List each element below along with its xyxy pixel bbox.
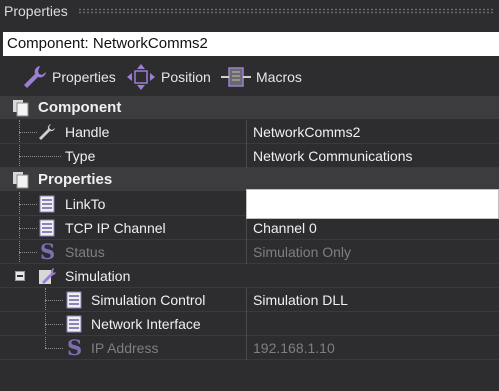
property-row-simulation-control[interactable]: Simulation Control Simulation DLL: [0, 288, 499, 312]
property-value[interactable]: Simulation DLL: [253, 288, 348, 312]
property-value[interactable]: Channel 0: [253, 216, 317, 240]
property-name: LinkTo: [65, 196, 106, 212]
simulation-icon: [39, 268, 56, 284]
move-icon: [127, 64, 155, 90]
property-name: Type: [65, 148, 96, 164]
property-name: Handle: [65, 124, 110, 140]
category-properties-label: Properties: [38, 171, 113, 188]
property-row-handle[interactable]: Handle NetworkComms2: [0, 120, 499, 144]
collapse-toggle[interactable]: [15, 271, 25, 281]
macro-icon: [221, 67, 251, 87]
property-row-tcp-channel[interactable]: TCP IP Channel Channel 0: [0, 216, 499, 240]
column-divider: [246, 144, 247, 168]
script-s-icon: S: [67, 335, 83, 360]
tab-properties[interactable]: Properties: [20, 62, 116, 92]
property-name: TCP IP Channel: [65, 220, 166, 236]
tab-macros[interactable]: Macros: [220, 62, 302, 92]
panel-title-bar: Properties: [0, 0, 499, 24]
property-name: Simulation: [65, 268, 131, 284]
pages-icon: [13, 100, 29, 117]
linkto-input[interactable]: [246, 189, 499, 219]
component-selector-text: Component: NetworkComms2: [7, 35, 208, 52]
tab-position-label: Position: [161, 69, 211, 85]
column-divider: [246, 336, 247, 360]
column-divider: [246, 120, 247, 144]
category-component[interactable]: Component: [0, 96, 499, 120]
wrench-icon: [24, 66, 46, 88]
property-name: Simulation Control: [91, 292, 206, 308]
column-divider: [246, 240, 247, 264]
property-name: Network Interface: [91, 316, 201, 332]
property-row-network-interface[interactable]: Network Interface: [0, 312, 499, 336]
category-component-label: Component: [38, 99, 122, 116]
tab-bar: Properties Position Macros: [0, 62, 499, 92]
column-divider: [246, 216, 247, 240]
wrench-icon: [39, 124, 55, 140]
property-row-simulation[interactable]: Simulation: [0, 264, 499, 288]
list-icon: [66, 315, 82, 333]
list-icon: [39, 219, 55, 237]
property-value: Simulation Only: [253, 244, 352, 260]
property-row-type[interactable]: Type Network Communications: [0, 144, 499, 168]
script-s-icon: S: [40, 239, 56, 264]
property-value: 192.168.1.10: [253, 340, 335, 356]
tab-position[interactable]: Position: [125, 62, 211, 92]
pages-icon: [13, 172, 29, 189]
component-selector[interactable]: Component: NetworkComms2: [3, 32, 499, 56]
property-value: Network Communications: [253, 148, 413, 164]
title-grip[interactable]: [78, 8, 495, 14]
property-row-status[interactable]: S Status Simulation Only: [0, 240, 499, 264]
property-value[interactable]: NetworkComms2: [253, 120, 360, 144]
tab-macros-label: Macros: [256, 69, 302, 85]
list-icon: [66, 291, 82, 309]
property-row-ip-address[interactable]: S IP Address 192.168.1.10: [0, 336, 499, 360]
property-name: Status: [65, 244, 105, 260]
list-icon: [39, 195, 55, 213]
column-divider: [246, 312, 247, 336]
property-name: IP Address: [91, 340, 159, 356]
tab-properties-label: Properties: [52, 69, 116, 85]
column-divider: [246, 288, 247, 312]
panel-title: Properties: [4, 3, 68, 19]
